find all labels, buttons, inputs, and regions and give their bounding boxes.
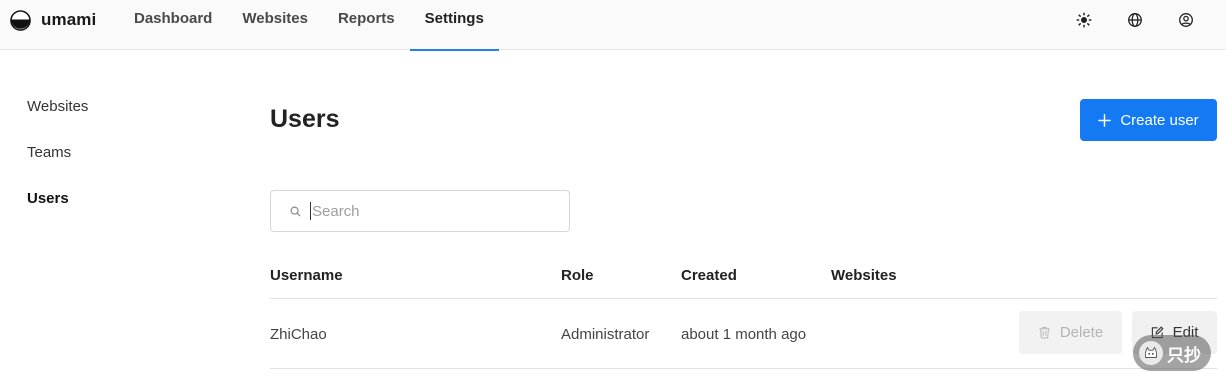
profile-button[interactable] xyxy=(1160,9,1211,31)
main-nav: Dashboard Websites Reports Settings xyxy=(119,0,500,51)
umami-logo-icon xyxy=(10,9,31,31)
delete-user-button[interactable]: Delete xyxy=(1019,311,1122,354)
user-circle-icon xyxy=(1178,13,1193,27)
watermark-badge: 只抄 xyxy=(1133,335,1211,371)
app-logo[interactable]: umami xyxy=(10,9,96,31)
nav-websites[interactable]: Websites xyxy=(227,0,323,50)
cell-username: ZhiChao xyxy=(270,326,327,343)
nav-settings[interactable]: Settings xyxy=(409,0,500,51)
search-icon xyxy=(290,206,301,217)
top-header: umami Dashboard Websites Reports Setting… xyxy=(0,0,1226,51)
column-header-websites[interactable]: Websites xyxy=(831,267,897,284)
app-name: umami xyxy=(41,10,97,29)
sun-icon xyxy=(1075,12,1092,28)
create-user-button[interactable]: Create user xyxy=(1080,99,1217,141)
search-box xyxy=(270,190,570,232)
table-row-divider xyxy=(270,368,1217,369)
language-button[interactable] xyxy=(1109,9,1160,31)
delete-label: Delete xyxy=(1059,324,1104,341)
sidebar-item-users[interactable]: Users xyxy=(27,190,69,207)
page-title: Users xyxy=(270,105,340,133)
globe-icon xyxy=(1127,13,1142,27)
column-header-username[interactable]: Username xyxy=(270,267,343,284)
cell-role: Administrator xyxy=(561,326,650,343)
sidebar-item-teams[interactable]: Teams xyxy=(27,144,71,161)
trash-icon xyxy=(1039,326,1050,339)
sidebar-item-websites[interactable]: Websites xyxy=(27,98,88,115)
header-actions xyxy=(1058,9,1211,31)
nav-reports[interactable]: Reports xyxy=(323,0,410,50)
nav-dashboard[interactable]: Dashboard xyxy=(119,0,227,50)
cat-icon xyxy=(1139,341,1163,365)
cell-created: about 1 month ago xyxy=(681,326,807,343)
search-input[interactable] xyxy=(310,202,550,220)
theme-button[interactable] xyxy=(1058,9,1109,31)
column-header-created[interactable]: Created xyxy=(681,267,737,284)
watermark-text: 只抄 xyxy=(1167,345,1201,366)
column-header-role[interactable]: Role xyxy=(561,267,594,284)
table-header-divider xyxy=(270,298,1217,299)
create-user-label: Create user xyxy=(1120,111,1199,129)
plus-icon xyxy=(1098,113,1112,127)
